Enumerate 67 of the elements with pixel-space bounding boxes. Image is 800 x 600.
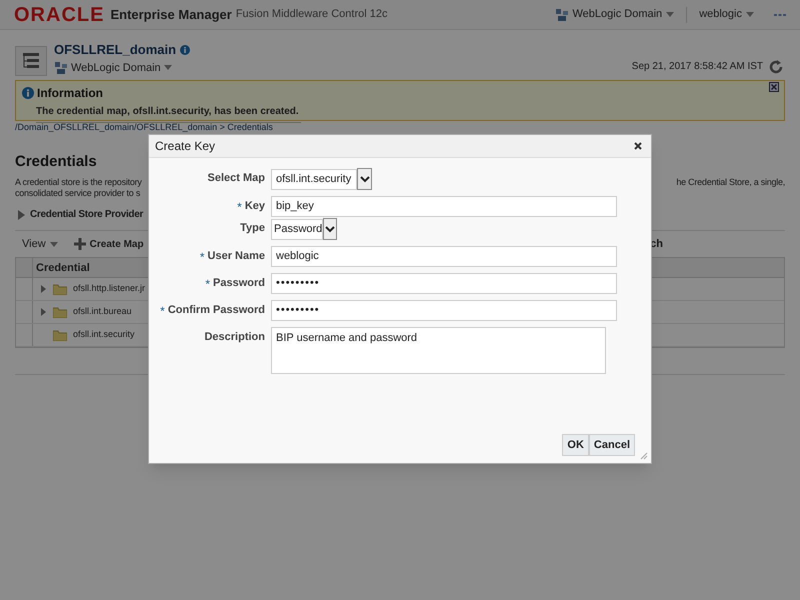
map-select[interactable]: ofsll.int.security <box>271 168 357 190</box>
expand-icon[interactable] <box>41 285 46 293</box>
field-label: Select Map <box>208 171 265 186</box>
close-icon[interactable] <box>634 142 642 150</box>
target-navigation-icon[interactable] <box>15 46 47 76</box>
user-menu[interactable]: weblogic <box>699 6 742 23</box>
expand-icon[interactable] <box>41 308 46 316</box>
input-field[interactable]: weblogic <box>271 246 617 267</box>
dropdown-button[interactable] <box>357 168 372 190</box>
field-label: Confirm Password <box>168 303 265 318</box>
target-menu[interactable]: WebLogic Domain <box>572 6 662 23</box>
create-map-button[interactable]: Create Map <box>90 236 144 252</box>
product-name: Enterprise Manager <box>110 6 232 24</box>
dialog-title: Create Key <box>155 138 216 155</box>
breadcrumb[interactable]: /Domain_OFSLLREL_domain/OFSLLREL_domain > Credentials <box>15 122 785 132</box>
field-label: Type <box>240 221 265 236</box>
page-title: Credentials <box>15 153 97 170</box>
input-field[interactable]: ••••••••• <box>271 300 617 321</box>
info-icon[interactable] <box>180 44 190 55</box>
credential-name[interactable]: ofsll.http.listener.jr <box>73 282 146 296</box>
info-message: The credential map, ofsll.int.security, has been created. <box>36 104 301 123</box>
timestamp: Sep 21, 2017 8:58:42 AM IST <box>632 60 763 74</box>
refresh-icon[interactable] <box>767 58 785 76</box>
view-menu[interactable]: View <box>22 236 46 252</box>
column-header: Credential <box>35 261 90 276</box>
chevron-down-icon <box>325 226 335 232</box>
caret-icon <box>666 12 674 17</box>
info-title: Information <box>37 85 103 102</box>
info-icon <box>22 87 34 99</box>
description-text: consolidated service provider to s <box>15 188 142 199</box>
dialog-button[interactable]: OK <box>562 434 589 456</box>
domain-icon <box>54 60 68 75</box>
plus-icon <box>74 238 86 250</box>
input-field[interactable]: bip_key <box>271 196 617 217</box>
credential-name[interactable]: ofsll.int.bureau <box>73 305 132 319</box>
required-mark: * <box>237 200 242 212</box>
field-label: User Name <box>208 249 265 264</box>
caret-icon <box>746 12 754 17</box>
credential-name[interactable]: ofsll.int.security <box>73 328 135 342</box>
caret-icon <box>164 65 172 70</box>
input-field[interactable]: ••••••••• <box>271 273 617 294</box>
folder-icon <box>53 284 67 294</box>
more-icon[interactable] <box>774 12 786 16</box>
field-label: Key <box>244 199 265 214</box>
target-name: OFSLLREL_domain <box>54 41 176 59</box>
oracle-logo: ORACLE <box>14 4 104 24</box>
domain-icon <box>554 8 568 22</box>
section-header[interactable]: Credential Store Provider <box>30 207 144 222</box>
required-mark: * <box>160 304 165 316</box>
description-text: he Credential Store, a single, <box>676 177 785 189</box>
required-mark: * <box>205 278 210 290</box>
dropdown-button[interactable] <box>323 218 337 240</box>
caret-icon <box>50 242 58 246</box>
folder-icon <box>53 306 67 318</box>
resize-handle-icon[interactable] <box>640 452 648 460</box>
product-subtitle: Fusion Middleware Control 12c <box>236 7 388 22</box>
chevron-down-icon <box>360 176 370 182</box>
required-mark: * <box>200 250 205 262</box>
description-field[interactable]: BIP username and password <box>271 327 606 374</box>
target-type-menu[interactable]: WebLogic Domain <box>71 60 161 76</box>
dialog-button[interactable]: Cancel <box>588 434 635 456</box>
field-label: Description <box>204 330 265 346</box>
description-text: A credential store is the repository <box>15 177 142 188</box>
folder-icon <box>53 330 67 340</box>
type-select[interactable]: Password <box>271 218 323 240</box>
field-label: Password <box>213 276 265 292</box>
expand-icon[interactable] <box>18 210 25 220</box>
